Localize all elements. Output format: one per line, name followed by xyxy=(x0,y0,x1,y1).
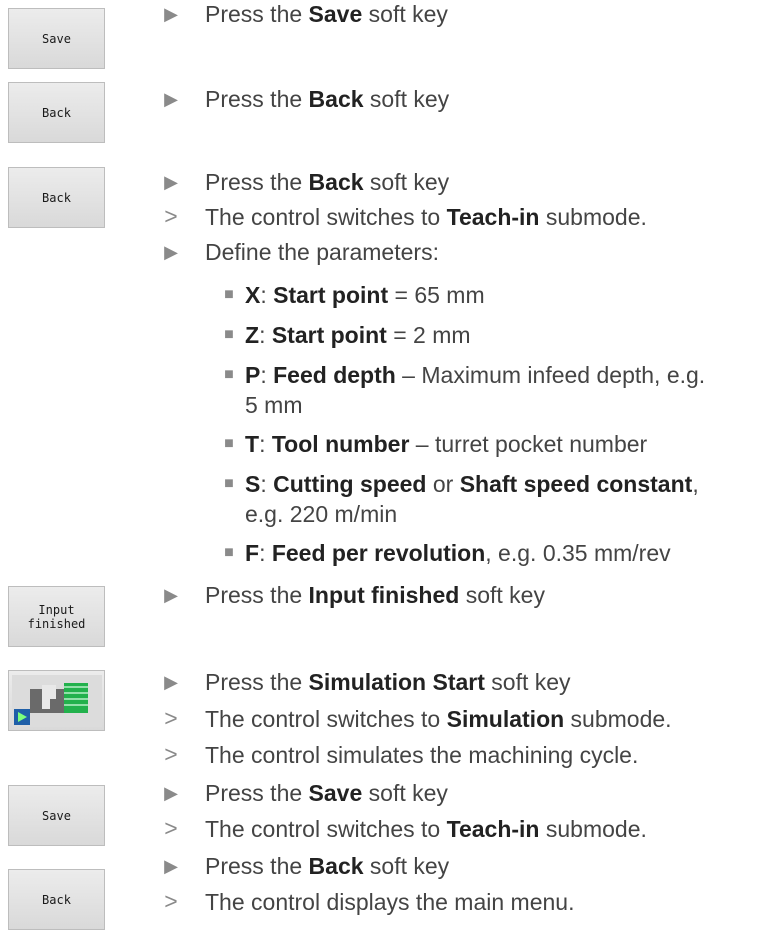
result-text: The control displays the main menu. xyxy=(205,889,575,915)
list-bullet-icon: ■ xyxy=(224,366,234,383)
instruction-step: Press the Back soft key xyxy=(205,169,450,195)
input-finished-softkey[interactable]: Input finished xyxy=(8,586,105,647)
list-bullet-icon: ■ xyxy=(224,286,234,303)
action-bullet-icon: ▶ xyxy=(164,783,178,803)
instruction-step: Press the Back soft key xyxy=(205,86,450,112)
back-softkey[interactable]: Back xyxy=(8,869,105,930)
save-softkey[interactable]: Save xyxy=(8,8,105,69)
result-text: The control switches to Teach-in submode… xyxy=(205,816,647,842)
parameter-item: T: Tool number – turret pocket number xyxy=(245,431,648,457)
instruction-step: Press the Save soft key xyxy=(205,780,448,806)
result-text: The control switches to Simulation submo… xyxy=(205,706,672,732)
list-bullet-icon: ■ xyxy=(224,544,234,561)
result-text: The control simulates the machining cycl… xyxy=(205,742,639,768)
action-bullet-icon: ▶ xyxy=(164,89,178,109)
parameter-item: F: Feed per revolution, e.g. 0.35 mm/rev xyxy=(245,540,671,566)
simulation-start-softkey[interactable] xyxy=(8,670,105,731)
action-bullet-icon: ▶ xyxy=(164,172,178,192)
back-softkey[interactable]: Back xyxy=(8,82,105,143)
action-bullet-icon: ▶ xyxy=(164,4,178,24)
instruction-step: Press the Input finished soft key xyxy=(205,582,545,608)
result-bullet-icon: > xyxy=(164,203,178,229)
parameter-item-continued: 5 mm xyxy=(245,392,303,418)
parameter-item: P: Feed depth – Maximum infeed depth, e.… xyxy=(245,362,706,388)
action-bullet-icon: ▶ xyxy=(164,856,178,876)
parameter-item-continued: e.g. 220 m/min xyxy=(245,501,398,527)
back-softkey[interactable]: Back xyxy=(8,167,105,228)
instruction-step: Press the Simulation Start soft key xyxy=(205,669,571,695)
result-bullet-icon: > xyxy=(164,888,178,914)
simulation-start-icon xyxy=(11,674,102,727)
action-bullet-icon: ▶ xyxy=(164,585,178,605)
save-softkey[interactable]: Save xyxy=(8,785,105,846)
action-bullet-icon: ▶ xyxy=(164,672,178,692)
result-bullet-icon: > xyxy=(164,815,178,841)
list-bullet-icon: ■ xyxy=(224,475,234,492)
result-bullet-icon: > xyxy=(164,741,178,767)
instruction-step: Press the Back soft key xyxy=(205,853,450,879)
parameter-item: S: Cutting speed or Shaft speed constant… xyxy=(245,471,699,497)
result-text: The control switches to Teach-in submode… xyxy=(205,204,647,230)
action-bullet-icon: ▶ xyxy=(164,242,178,262)
instruction-step: Press the Save soft key xyxy=(205,1,448,27)
parameter-item: X: Start point = 65 mm xyxy=(245,282,485,308)
list-bullet-icon: ■ xyxy=(224,435,234,452)
parameter-item: Z: Start point = 2 mm xyxy=(245,322,471,348)
result-bullet-icon: > xyxy=(164,705,178,731)
list-bullet-icon: ■ xyxy=(224,326,234,343)
instruction-step: Define the parameters: xyxy=(205,239,439,265)
